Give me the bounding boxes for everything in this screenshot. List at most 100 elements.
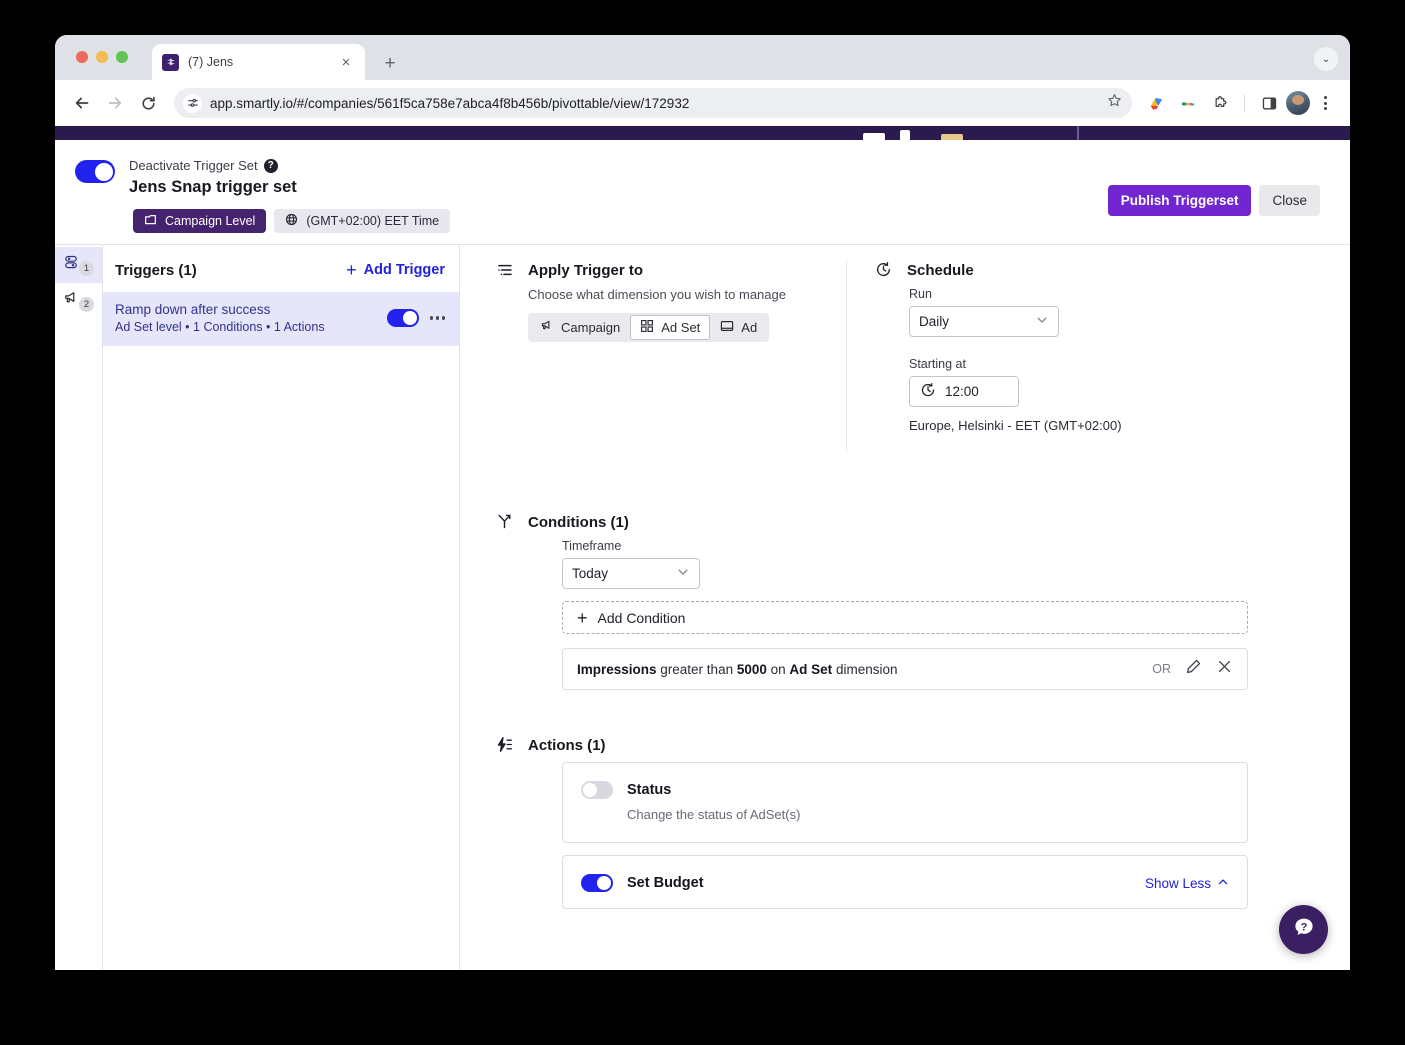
tab-list-menu-icon[interactable]: ⌄ [1314, 47, 1338, 71]
close-window-button[interactable] [76, 51, 88, 63]
body-split: 1 2 Triggers (1) + Add Trigger Ramp down… [55, 244, 1350, 970]
extensions-puzzle-icon[interactable] [1205, 88, 1235, 118]
status-action-name: Status [627, 782, 672, 798]
grid-icon [640, 319, 654, 336]
header-actions: Publish Triggerset Close [1107, 185, 1320, 216]
browser-menu-icon[interactable] [1312, 90, 1338, 116]
deactivate-trigger-set-label-row: Deactivate Trigger Set ? [129, 157, 297, 175]
nav-divider [1077, 126, 1079, 140]
maximize-window-button[interactable] [116, 51, 128, 63]
condition-dimension: Ad Set [789, 661, 833, 677]
left-icon-rail: 1 2 [55, 245, 103, 970]
condition-on: on [766, 661, 790, 677]
folder-icon [144, 213, 157, 229]
rail-item-triggers[interactable]: 1 [55, 247, 102, 283]
conditions-section: Conditions (1) Timeframe Today + Add Con… [460, 513, 1350, 690]
window-traffic-lights[interactable] [76, 51, 128, 63]
bookmark-star-icon[interactable] [1107, 93, 1122, 113]
help-question-icon[interactable]: ? [263, 159, 278, 173]
browser-window: (7) Jens × + ⌄ app.smartly.io/#/companie… [55, 35, 1350, 970]
dimension-option-adset[interactable]: Ad Set [630, 315, 711, 340]
help-chat-button[interactable]: ? [1279, 905, 1328, 954]
desktop-backdrop: (7) Jens × + ⌄ app.smartly.io/#/companie… [0, 0, 1405, 1045]
set-budget-action-toggle[interactable] [581, 874, 613, 892]
close-button[interactable]: Close [1259, 185, 1320, 216]
deactivate-trigger-set-label: Deactivate Trigger Set [129, 158, 258, 173]
show-less-button[interactable]: Show Less [1145, 876, 1229, 891]
apply-trigger-section: Apply Trigger to Choose what dimension y… [460, 261, 846, 451]
forward-button[interactable] [100, 88, 130, 118]
app-global-nav-strip [55, 126, 1350, 140]
add-trigger-button[interactable]: + Add Trigger [346, 261, 445, 279]
rail-item-campaigns[interactable]: 2 [55, 283, 102, 319]
back-button[interactable] [67, 88, 97, 118]
condition-row: Impressions greater than 5000 on Ad Set … [562, 648, 1248, 690]
status-badge-campaign-level: Campaign Level [133, 209, 267, 233]
actions-section: Actions (1) Status Change the status of … [460, 736, 1350, 909]
minimize-window-button[interactable] [96, 51, 108, 63]
run-label: Run [909, 287, 932, 301]
starting-at-label: Starting at [909, 357, 966, 371]
colorpicker-extension-icon[interactable] [1173, 88, 1203, 118]
trigger-set-icon [63, 254, 80, 276]
browser-extensions [1141, 88, 1338, 118]
schedule-timezone-text: Europe, Helsinki - EET (GMT+02:00) [909, 418, 1122, 433]
schedule-title: Schedule [907, 261, 974, 279]
dimension-segmented-control: Campaign Ad Set Ad [528, 313, 770, 342]
apply-trigger-icon [496, 261, 514, 279]
profile-avatar[interactable] [1286, 91, 1310, 115]
publish-triggerset-button[interactable]: Publish Triggerset [1107, 185, 1252, 216]
pencil-icon[interactable] [1185, 658, 1202, 680]
nav-glyph-a-icon [863, 133, 885, 140]
timeframe-select[interactable]: Today [562, 558, 700, 589]
condition-operator: greater than [656, 661, 737, 677]
site-settings-icon[interactable] [183, 93, 202, 113]
google-drive-extension-icon[interactable] [1141, 88, 1171, 118]
page-title: Jens Snap trigger set [129, 178, 297, 196]
new-tab-button[interactable]: + [381, 54, 399, 73]
dimension-label-ad: Ad [741, 320, 758, 335]
reload-button[interactable] [133, 88, 163, 118]
run-frequency-select[interactable]: Daily [909, 306, 1059, 337]
dimension-option-ad[interactable]: Ad [710, 315, 767, 340]
timeframe-label: Timeframe [562, 539, 622, 553]
deactivate-trigger-set-toggle[interactable] [75, 160, 115, 183]
action-card-status: Status Change the status of AdSet(s) [562, 762, 1248, 843]
nav-glyph-b-icon [900, 130, 910, 140]
trigger-list-item[interactable]: Ramp down after success Ad Set level • 1… [103, 292, 459, 346]
run-frequency-value: Daily [919, 314, 950, 329]
smartly-logo-icon [162, 53, 179, 71]
add-trigger-label: Add Trigger [363, 262, 445, 278]
condition-logic-label[interactable]: OR [1152, 662, 1171, 676]
dimension-option-campaign[interactable]: Campaign [530, 315, 630, 340]
conditions-title: Conditions (1) [528, 513, 629, 531]
status-badge-timezone: (GMT+02:00) EET Time [274, 209, 451, 233]
browser-tab[interactable]: (7) Jens × [152, 44, 365, 80]
trigger-more-options-icon[interactable] [429, 316, 445, 320]
dimension-label-adset: Ad Set [661, 320, 701, 335]
condition-row-actions: OR [1152, 658, 1233, 680]
trigger-item-name: Ramp down after success [115, 302, 271, 317]
action-card-set-budget: Set Budget Show Less [562, 855, 1248, 909]
browser-tab-strip: (7) Jens × + ⌄ [55, 35, 1350, 80]
lightning-icon [496, 736, 514, 754]
side-panel-icon[interactable] [1254, 88, 1284, 118]
browser-toolbar: app.smartly.io/#/companies/561f5ca758e7a… [55, 80, 1350, 126]
browser-tab-title: (7) Jens [188, 55, 234, 69]
starting-at-input[interactable]: 12:00 [909, 376, 1019, 407]
address-bar[interactable]: app.smartly.io/#/companies/561f5ca758e7a… [174, 88, 1132, 118]
condition-suffix: dimension [832, 661, 898, 677]
show-less-label: Show Less [1144, 875, 1211, 891]
chevron-down-icon [1035, 313, 1049, 330]
plus-icon: + [577, 607, 588, 628]
condition-description: Impressions greater than 5000 on Ad Set … [577, 662, 897, 677]
trigger-enabled-toggle[interactable] [386, 309, 419, 327]
ad-frame-icon [720, 319, 734, 336]
add-condition-button[interactable]: + Add Condition [562, 601, 1248, 634]
set-budget-action-name: Set Budget [627, 875, 704, 891]
timeframe-value: Today [572, 566, 609, 581]
status-action-toggle[interactable] [581, 781, 613, 799]
apply-trigger-title: Apply Trigger to [528, 261, 644, 279]
close-tab-icon[interactable]: × [337, 53, 355, 71]
close-icon[interactable] [1216, 658, 1233, 680]
